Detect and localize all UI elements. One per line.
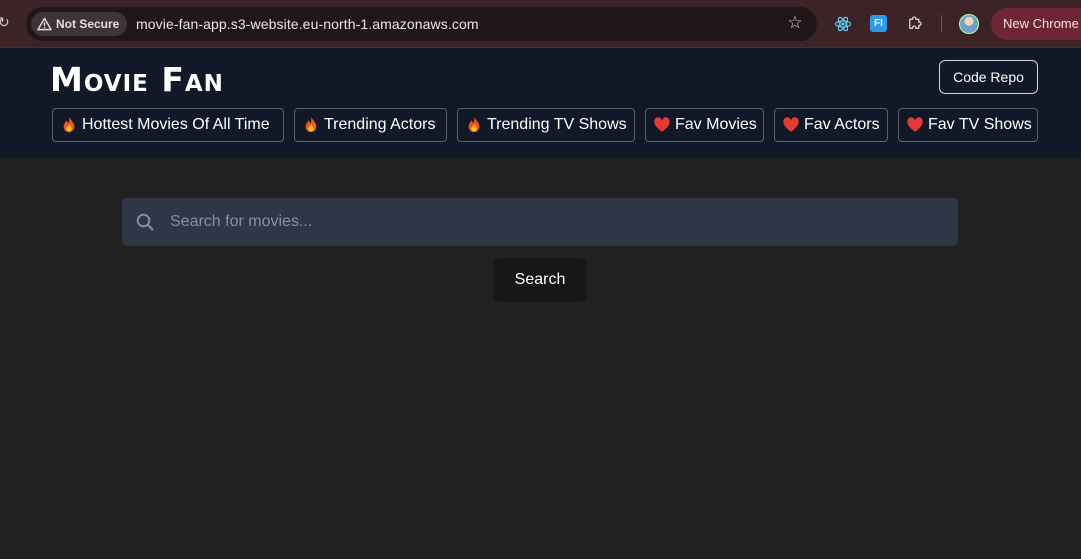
- star-icon[interactable]: ☆: [784, 12, 806, 34]
- nav-fav-tv-shows[interactable]: Fav TV Shows: [898, 108, 1038, 142]
- fi-extension-icon[interactable]: FI: [870, 15, 887, 32]
- nav-trending-actors[interactable]: Trending Actors: [294, 108, 447, 142]
- url-text[interactable]: movie-fan-app.s3-website.eu-north-1.amaz…: [136, 16, 479, 32]
- warning-icon: [37, 17, 52, 31]
- heart-icon: [907, 117, 923, 132]
- nav-label: Trending Actors: [324, 116, 436, 133]
- react-devtools-icon[interactable]: [834, 15, 852, 33]
- fire-icon: [468, 116, 480, 133]
- fire-icon: [63, 116, 75, 133]
- nav-label: Hottest Movies Of All Time: [82, 116, 270, 133]
- security-chip[interactable]: Not Secure: [31, 12, 128, 36]
- code-repo-button[interactable]: Code Repo: [939, 60, 1038, 94]
- fire-icon: [305, 116, 317, 133]
- nav-fav-actors[interactable]: Fav Actors: [774, 108, 888, 142]
- nav-label: Fav Movies: [675, 116, 757, 133]
- browser-toolbar: ↻ Not Secure movie-fan-app.s3-website.eu…: [0, 0, 1081, 48]
- nav-label: Trending TV Shows: [487, 116, 627, 133]
- nav-label: Fav TV Shows: [928, 116, 1032, 133]
- app-logo[interactable]: Movie Fan: [50, 60, 224, 99]
- heart-icon: [654, 117, 670, 132]
- nav-fav-movies[interactable]: Fav Movies: [645, 108, 764, 142]
- toolbar-divider: [941, 15, 942, 32]
- nav-label: Fav Actors: [804, 116, 880, 133]
- heart-icon: [783, 117, 799, 132]
- reload-icon[interactable]: ↻: [0, 14, 10, 31]
- search-input[interactable]: [170, 198, 950, 246]
- search-icon: [136, 213, 154, 231]
- search-button[interactable]: Search: [494, 258, 586, 302]
- security-label: Not Secure: [56, 17, 120, 31]
- new-chrome-button[interactable]: New Chrome: [991, 8, 1081, 40]
- search-box: [122, 198, 958, 246]
- address-bar[interactable]: Not Secure movie-fan-app.s3-website.eu-n…: [26, 7, 817, 41]
- avatar[interactable]: [959, 14, 979, 34]
- app-header: Movie Fan Code Repo Hottest Movies Of Al…: [0, 48, 1081, 158]
- nav-hottest-movies[interactable]: Hottest Movies Of All Time: [52, 108, 284, 142]
- nav-trending-tv-shows[interactable]: Trending TV Shows: [457, 108, 635, 142]
- puzzle-icon[interactable]: [906, 14, 924, 32]
